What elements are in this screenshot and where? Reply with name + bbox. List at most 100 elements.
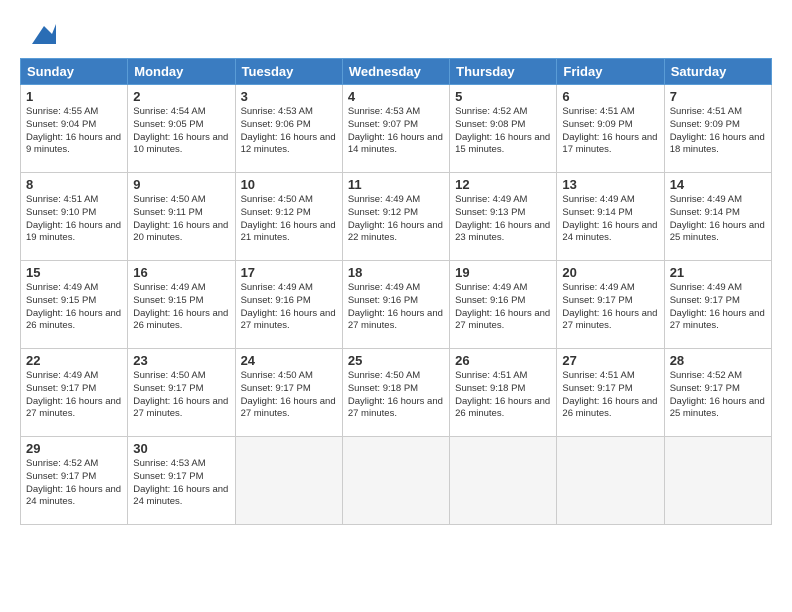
day-number: 1 xyxy=(26,89,122,104)
logo xyxy=(20,16,56,48)
weekday-header-monday: Monday xyxy=(128,59,235,85)
calendar-cell: 15 Sunrise: 4:49 AMSunset: 9:15 PMDayligh… xyxy=(21,261,128,349)
calendar-cell: 29 Sunrise: 4:52 AMSunset: 9:17 PMDayligh… xyxy=(21,437,128,525)
day-info: Sunrise: 4:54 AMSunset: 9:05 PMDaylight:… xyxy=(133,106,229,157)
calendar-cell: 2 Sunrise: 4:54 AMSunset: 9:05 PMDaylight… xyxy=(128,85,235,173)
day-number: 6 xyxy=(562,89,658,104)
day-info: Sunrise: 4:53 AMSunset: 9:17 PMDaylight:… xyxy=(133,458,229,509)
calendar-cell: 10 Sunrise: 4:50 AMSunset: 9:12 PMDayligh… xyxy=(235,173,342,261)
calendar-cell xyxy=(235,437,342,525)
day-info: Sunrise: 4:49 AMSunset: 9:17 PMDaylight:… xyxy=(670,282,766,333)
calendar: SundayMondayTuesdayWednesdayThursdayFrid… xyxy=(20,58,772,525)
calendar-cell: 1Sunrise: 4:55 AMSunset: 9:04 PMDaylight… xyxy=(21,85,128,173)
day-number: 19 xyxy=(455,265,551,280)
calendar-cell xyxy=(557,437,664,525)
day-number: 22 xyxy=(26,353,122,368)
day-number: 2 xyxy=(133,89,229,104)
calendar-cell: 23 Sunrise: 4:50 AMSunset: 9:17 PMDayligh… xyxy=(128,349,235,437)
day-info: Sunrise: 4:49 AMSunset: 9:16 PMDaylight:… xyxy=(348,282,444,333)
day-number: 13 xyxy=(562,177,658,192)
day-info: Sunrise: 4:50 AMSunset: 9:18 PMDaylight:… xyxy=(348,370,444,421)
calendar-cell: 17 Sunrise: 4:49 AMSunset: 9:16 PMDayligh… xyxy=(235,261,342,349)
day-number: 27 xyxy=(562,353,658,368)
calendar-cell: 26Sunrise: 4:51 AMSunset: 9:18 PMDayligh… xyxy=(450,349,557,437)
day-info: Sunrise: 4:49 AMSunset: 9:16 PMDaylight:… xyxy=(241,282,337,333)
calendar-cell: 6 Sunrise: 4:51 AMSunset: 9:09 PMDaylight… xyxy=(557,85,664,173)
day-number: 7 xyxy=(670,89,766,104)
day-info: Sunrise: 4:49 AMSunset: 9:14 PMDaylight:… xyxy=(562,194,658,245)
weekday-header-sunday: Sunday xyxy=(21,59,128,85)
weekday-header-thursday: Thursday xyxy=(450,59,557,85)
calendar-cell: 14 Sunrise: 4:49 AMSunset: 9:14 PMDayligh… xyxy=(664,173,771,261)
week-row-1: 1Sunrise: 4:55 AMSunset: 9:04 PMDaylight… xyxy=(21,85,772,173)
calendar-cell: 27 Sunrise: 4:51 AMSunset: 9:17 PMDayligh… xyxy=(557,349,664,437)
day-number: 18 xyxy=(348,265,444,280)
day-number: 16 xyxy=(133,265,229,280)
day-info: Sunrise: 4:51 AMSunset: 9:09 PMDaylight:… xyxy=(670,106,766,157)
day-info: Sunrise: 4:50 AMSunset: 9:17 PMDaylight:… xyxy=(241,370,337,421)
day-number: 23 xyxy=(133,353,229,368)
day-number: 20 xyxy=(562,265,658,280)
calendar-cell xyxy=(450,437,557,525)
day-info: Sunrise: 4:52 AMSunset: 9:17 PMDaylight:… xyxy=(26,458,122,509)
day-info: Sunrise: 4:49 AMSunset: 9:15 PMDaylight:… xyxy=(26,282,122,333)
weekday-header-wednesday: Wednesday xyxy=(342,59,449,85)
day-info: Sunrise: 4:49 AMSunset: 9:15 PMDaylight:… xyxy=(133,282,229,333)
week-row-2: 8 Sunrise: 4:51 AMSunset: 9:10 PMDaylight… xyxy=(21,173,772,261)
day-number: 11 xyxy=(348,177,444,192)
day-number: 5 xyxy=(455,89,551,104)
day-info: Sunrise: 4:50 AMSunset: 9:11 PMDaylight:… xyxy=(133,194,229,245)
day-number: 4 xyxy=(348,89,444,104)
day-number: 14 xyxy=(670,177,766,192)
week-row-4: 22Sunrise: 4:49 AMSunset: 9:17 PMDayligh… xyxy=(21,349,772,437)
week-row-3: 15 Sunrise: 4:49 AMSunset: 9:15 PMDayligh… xyxy=(21,261,772,349)
day-info: Sunrise: 4:49 AMSunset: 9:14 PMDaylight:… xyxy=(670,194,766,245)
calendar-cell: 20 Sunrise: 4:49 AMSunset: 9:17 PMDayligh… xyxy=(557,261,664,349)
calendar-cell: 18 Sunrise: 4:49 AMSunset: 9:16 PMDayligh… xyxy=(342,261,449,349)
day-number: 3 xyxy=(241,89,337,104)
day-info: Sunrise: 4:51 AMSunset: 9:17 PMDaylight:… xyxy=(562,370,658,421)
calendar-cell: 9Sunrise: 4:50 AMSunset: 9:11 PMDaylight… xyxy=(128,173,235,261)
day-number: 24 xyxy=(241,353,337,368)
page: SundayMondayTuesdayWednesdayThursdayFrid… xyxy=(0,0,792,612)
day-info: Sunrise: 4:51 AMSunset: 9:09 PMDaylight:… xyxy=(562,106,658,157)
calendar-cell: 16 Sunrise: 4:49 AMSunset: 9:15 PMDayligh… xyxy=(128,261,235,349)
calendar-cell: 5 Sunrise: 4:52 AMSunset: 9:08 PMDaylight… xyxy=(450,85,557,173)
day-info: Sunrise: 4:49 AMSunset: 9:16 PMDaylight:… xyxy=(455,282,551,333)
day-number: 21 xyxy=(670,265,766,280)
day-number: 12 xyxy=(455,177,551,192)
day-number: 28 xyxy=(670,353,766,368)
calendar-cell: 25 Sunrise: 4:50 AMSunset: 9:18 PMDayligh… xyxy=(342,349,449,437)
day-info: Sunrise: 4:49 AMSunset: 9:17 PMDaylight:… xyxy=(562,282,658,333)
day-info: Sunrise: 4:53 AMSunset: 9:06 PMDaylight:… xyxy=(241,106,337,157)
weekday-header-saturday: Saturday xyxy=(664,59,771,85)
logo-icon xyxy=(24,16,56,48)
weekday-header-row: SundayMondayTuesdayWednesdayThursdayFrid… xyxy=(21,59,772,85)
day-number: 10 xyxy=(241,177,337,192)
day-info: Sunrise: 4:51 AMSunset: 9:18 PMDaylight:… xyxy=(455,370,551,421)
day-number: 30 xyxy=(133,441,229,456)
day-info: Sunrise: 4:51 AMSunset: 9:10 PMDaylight:… xyxy=(26,194,122,245)
calendar-cell: 13 Sunrise: 4:49 AMSunset: 9:14 PMDayligh… xyxy=(557,173,664,261)
day-number: 29 xyxy=(26,441,122,456)
calendar-cell: 21 Sunrise: 4:49 AMSunset: 9:17 PMDayligh… xyxy=(664,261,771,349)
day-number: 25 xyxy=(348,353,444,368)
calendar-cell: 24 Sunrise: 4:50 AMSunset: 9:17 PMDayligh… xyxy=(235,349,342,437)
calendar-cell: 30 Sunrise: 4:53 AMSunset: 9:17 PMDayligh… xyxy=(128,437,235,525)
day-number: 8 xyxy=(26,177,122,192)
calendar-cell: 12Sunrise: 4:49 AMSunset: 9:13 PMDayligh… xyxy=(450,173,557,261)
calendar-cell: 19 Sunrise: 4:49 AMSunset: 9:16 PMDayligh… xyxy=(450,261,557,349)
calendar-cell: 3 Sunrise: 4:53 AMSunset: 9:06 PMDaylight… xyxy=(235,85,342,173)
weekday-header-tuesday: Tuesday xyxy=(235,59,342,85)
day-info: Sunrise: 4:50 AMSunset: 9:12 PMDaylight:… xyxy=(241,194,337,245)
day-info: Sunrise: 4:53 AMSunset: 9:07 PMDaylight:… xyxy=(348,106,444,157)
calendar-cell xyxy=(664,437,771,525)
week-row-5: 29 Sunrise: 4:52 AMSunset: 9:17 PMDayligh… xyxy=(21,437,772,525)
day-info: Sunrise: 4:52 AMSunset: 9:08 PMDaylight:… xyxy=(455,106,551,157)
calendar-cell: 22Sunrise: 4:49 AMSunset: 9:17 PMDayligh… xyxy=(21,349,128,437)
day-number: 17 xyxy=(241,265,337,280)
day-info: Sunrise: 4:50 AMSunset: 9:17 PMDaylight:… xyxy=(133,370,229,421)
day-number: 15 xyxy=(26,265,122,280)
calendar-cell: 4 Sunrise: 4:53 AMSunset: 9:07 PMDaylight… xyxy=(342,85,449,173)
calendar-cell: 8 Sunrise: 4:51 AMSunset: 9:10 PMDaylight… xyxy=(21,173,128,261)
